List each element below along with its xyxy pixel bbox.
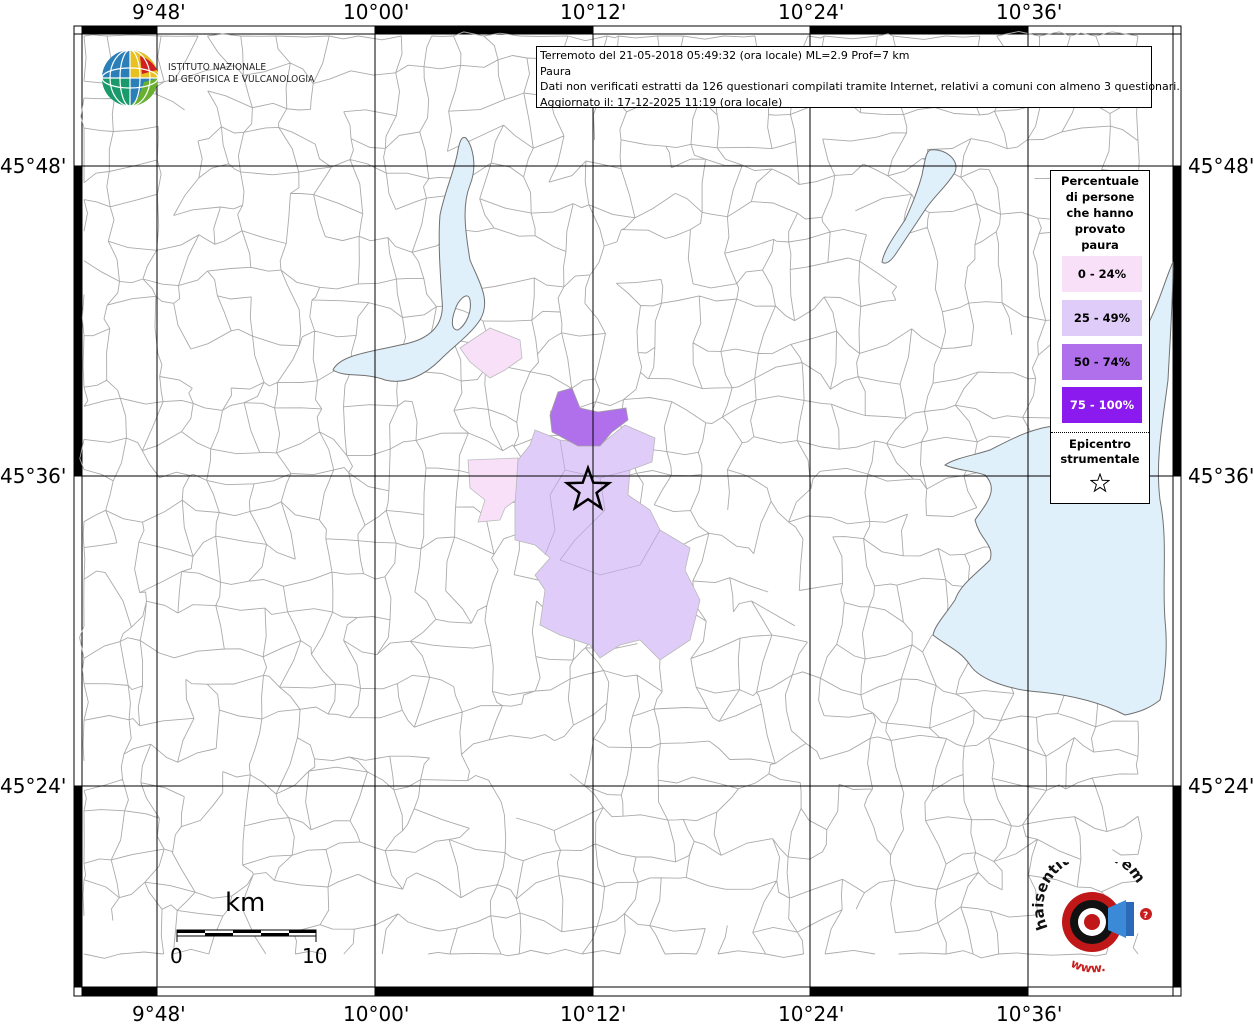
star-icon xyxy=(1089,472,1111,493)
lon-label-top-4: 10°24' xyxy=(778,0,845,24)
lon-label-top-5: 10°36' xyxy=(996,0,1063,24)
legend-title-line: di persone xyxy=(1065,190,1135,204)
haisentito-www: www. xyxy=(1069,956,1107,975)
lat-label-left-1: 45°48' xyxy=(0,154,67,178)
lat-label-right-3: 45°24' xyxy=(1188,774,1254,798)
legend-class-25-49: 25 - 49% xyxy=(1062,300,1142,336)
legend-divider xyxy=(1051,432,1149,433)
lon-label-bottom-1: 9°48' xyxy=(132,1002,186,1026)
event-title: Terremoto del 21-05-2018 05:49:32 (ora l… xyxy=(540,49,910,62)
lat-label-left-2: 45°36' xyxy=(0,464,67,488)
lat-label-right-1: 45°48' xyxy=(1188,154,1254,178)
svg-text:?: ? xyxy=(1143,911,1148,921)
event-data-note: Dati non verificati estratti da 126 ques… xyxy=(540,80,1180,93)
event-parameter: Paura xyxy=(540,64,572,78)
haisentito-logo: haisentitoilterremoto.it www. ? xyxy=(1025,843,1170,982)
legend-epicenter-line: strumentale xyxy=(1060,452,1140,466)
ingv-logo: ISTITUTO NAZIONALE DI GEOFISICA E VULCAN… xyxy=(100,48,330,108)
lon-label-bottom-3: 10°12' xyxy=(560,1002,627,1026)
legend-class-75-100: 75 - 100% xyxy=(1062,387,1142,423)
legend-class-0-24: 0 - 24% xyxy=(1062,256,1142,292)
legend-epicenter: Epicentro strumentale xyxy=(1051,437,1149,497)
lon-label-top-1: 9°48' xyxy=(132,0,186,24)
legend-title-line: che hanno xyxy=(1066,206,1134,220)
lon-label-top-3: 10°12' xyxy=(560,0,627,24)
lon-label-bottom-5: 10°36' xyxy=(996,1002,1063,1026)
legend: Percentuale di persone che hanno provato… xyxy=(1050,170,1150,504)
event-info-box: Terremoto del 21-05-2018 05:49:32 (ora l… xyxy=(536,46,1180,109)
event-updated: Aggiornato il: 17-12-2025 11:19 (ora loc… xyxy=(540,95,783,109)
legend-class-50-74: 50 - 74% xyxy=(1062,344,1142,380)
legend-title: Percentuale di persone che hanno provato… xyxy=(1051,173,1149,253)
legend-title-line: paura xyxy=(1081,238,1119,252)
ingv-globe-icon xyxy=(101,49,159,107)
legend-title-line: Percentuale xyxy=(1061,174,1139,188)
legend-epicenter-line: Epicentro xyxy=(1069,437,1131,451)
svg-text:www.: www. xyxy=(1069,956,1107,975)
lon-label-bottom-4: 10°24' xyxy=(778,1002,845,1026)
legend-title-line: provato xyxy=(1074,222,1126,236)
lon-label-top-2: 10°00' xyxy=(343,0,410,24)
scale-start: 0 xyxy=(170,944,183,968)
ingv-name-line2: DI GEOFISICA E VULCANOLOGIA xyxy=(168,74,315,85)
ingv-name-line1: ISTITUTO NAZIONALE xyxy=(168,62,267,73)
haisentito-badge-icon: haisentitoilterremoto.it www. ? xyxy=(1025,843,1152,976)
lat-label-left-3: 45°24' xyxy=(0,774,67,798)
scale-end: 10 xyxy=(302,944,328,968)
lon-label-bottom-2: 10°00' xyxy=(343,1002,410,1026)
lat-label-right-2: 45°36' xyxy=(1188,464,1254,488)
scale-unit: km xyxy=(225,888,266,918)
